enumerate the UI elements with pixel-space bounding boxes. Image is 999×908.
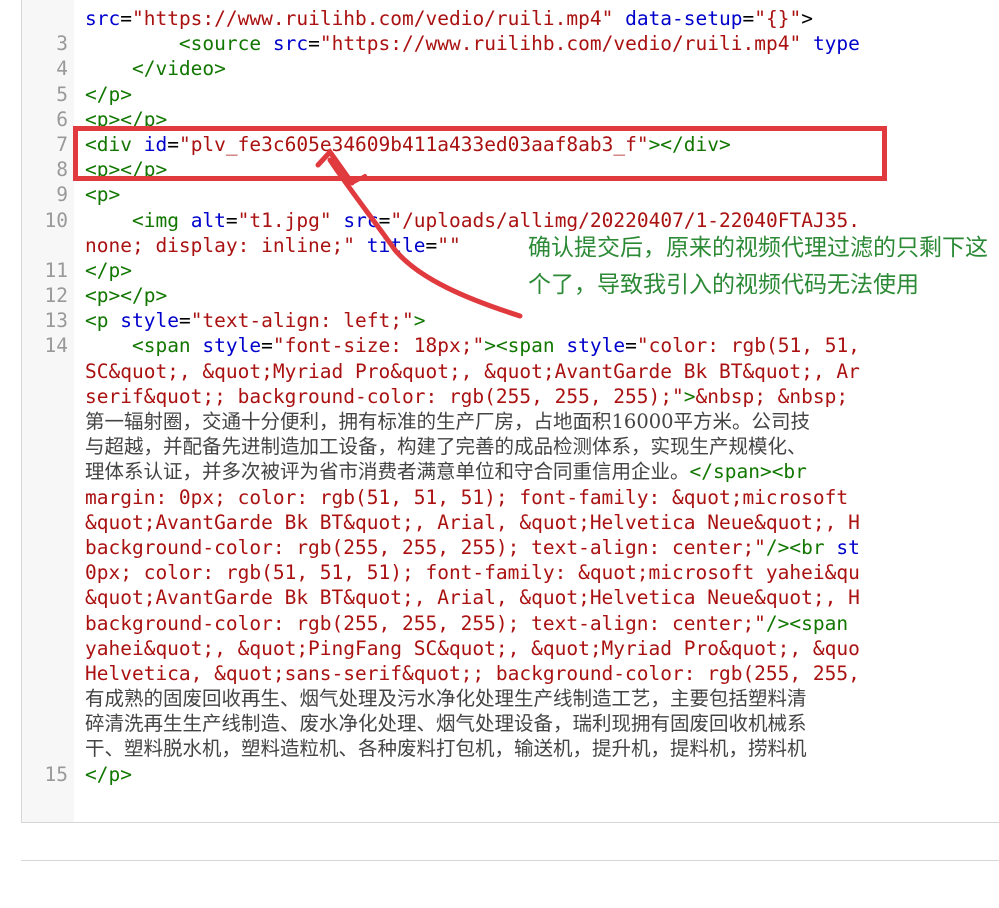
code-line[interactable]: src="https://www.ruilihb.com/vedio/ruili…: [22, 6, 999, 31]
code-text[interactable]: <span style="font-size: 18px;"><span sty…: [85, 333, 860, 358]
code-text[interactable]: SC&quot;, &quot;Myriad Pro&quot;, &quot;…: [85, 359, 860, 384]
code-line[interactable]: 13 <p style="text-align: left;">: [22, 308, 999, 333]
code-line[interactable]: 14 <span style="font-size: 18px;"><span …: [22, 333, 999, 358]
code-text[interactable]: </p>: [85, 82, 132, 107]
code-line[interactable]: margin: 0px; color: rgb(51, 51, 51); fon…: [22, 485, 999, 510]
code-line[interactable]: 与超越，并配备先进制造加工设备，构建了完善的成品检测体系，实现生产规模化、: [22, 434, 999, 459]
annotation-note: 确认提交后，原来的视频代理过滤的只剩下这个了，导致我引入的视频代码无法使用: [528, 235, 988, 298]
code-text[interactable]: 碎清洗再生生产线制造、废水净化处理、烟气处理设备，瑞利现拥有固废回收机械系: [85, 711, 807, 736]
code-text[interactable]: <p style="text-align: left;">: [85, 308, 426, 333]
code-line[interactable]: Helvetica, &quot;sans-serif&quot;; backg…: [22, 661, 999, 686]
code-line[interactable]: 9 <p>: [22, 182, 999, 207]
code-text[interactable]: background-color: rgb(255, 255, 255); te…: [85, 535, 860, 560]
code-line[interactable]: serif&quot;; background-color: rgb(255, …: [22, 384, 999, 409]
code-line[interactable]: background-color: rgb(255, 255, 255); te…: [22, 535, 999, 560]
code-line[interactable]: 干、塑料脱水机，塑料造粒机、各种废料打包机，输送机，提升机，提料机，捞料机: [22, 736, 999, 761]
code-text[interactable]: </p>: [85, 762, 132, 787]
code-line[interactable]: 0px; color: rgb(51, 51, 51); font-family…: [22, 560, 999, 585]
line-number: 15: [44, 762, 68, 786]
code-text[interactable]: background-color: rgb(255, 255, 255); te…: [85, 611, 848, 636]
code-line[interactable]: SC&quot;, &quot;Myriad Pro&quot;, &quot;…: [22, 359, 999, 384]
code-line[interactable]: 10 <img alt="t1.jpg" src="/uploads/allim…: [22, 208, 999, 233]
code-line[interactable]: 3 <source src="https://www.ruilihb.com/v…: [22, 31, 999, 56]
line-number: 6: [56, 107, 68, 131]
line-number: 7: [56, 132, 68, 156]
line-number: 10: [44, 208, 68, 232]
code-line[interactable]: 碎清洗再生生产线制造、废水净化处理、烟气处理设备，瑞利现拥有固废回收机械系: [22, 711, 999, 736]
code-text[interactable]: </video>: [85, 56, 226, 81]
code-editor[interactable]: src="https://www.ruilihb.com/vedio/ruili…: [21, 0, 999, 823]
code-text[interactable]: serif&quot;; background-color: rgb(255, …: [85, 384, 848, 409]
code-text[interactable]: none; display: inline;" title="": [85, 233, 461, 258]
highlight-box: [73, 126, 887, 181]
code-text[interactable]: 0px; color: rgb(51, 51, 51); font-family…: [85, 560, 860, 585]
line-number: 14: [44, 334, 68, 358]
code-text[interactable]: 有成熟的固废回收再生、烟气处理及污水净化处理生产线制造工艺，主要包括塑料清: [85, 686, 807, 711]
line-number: 11: [44, 258, 68, 282]
code-line[interactable]: 第一辐射圈，交通十分便利，拥有标准的生产厂房，占地面积16000平方米。公司技: [22, 409, 999, 434]
line-number: 4: [56, 57, 68, 81]
code-line[interactable]: yahei&quot;, &quot;PingFang SC&quot;, &q…: [22, 636, 999, 661]
code-line[interactable]: &quot;AvantGarde Bk BT&quot;, Arial, &qu…: [22, 585, 999, 610]
line-number: 5: [56, 82, 68, 106]
code-text[interactable]: &quot;AvantGarde Bk BT&quot;, Arial, &qu…: [85, 585, 860, 610]
code-line[interactable]: 有成熟的固废回收再生、烟气处理及污水净化处理生产线制造工艺，主要包括塑料清: [22, 686, 999, 711]
code-text[interactable]: <p>: [85, 182, 120, 207]
code-text[interactable]: 与超越，并配备先进制造加工设备，构建了完善的成品检测体系，实现生产规模化、: [85, 434, 807, 459]
code-text[interactable]: src="https://www.ruilihb.com/vedio/ruili…: [85, 6, 813, 31]
code-text[interactable]: yahei&quot;, &quot;PingFang SC&quot;, &q…: [85, 636, 860, 661]
editor-footer-divider: [21, 860, 999, 861]
code-text[interactable]: 干、塑料脱水机，塑料造粒机、各种废料打包机，输送机，提升机，提料机，捞料机: [85, 736, 807, 761]
code-text[interactable]: <img alt="t1.jpg" src="/uploads/allimg/2…: [85, 208, 860, 233]
code-text[interactable]: <source src="https://www.ruilihb.com/ved…: [85, 31, 860, 56]
code-text[interactable]: Helvetica, &quot;sans-serif&quot;; backg…: [85, 661, 860, 686]
code-line[interactable]: background-color: rgb(255, 255, 255); te…: [22, 611, 999, 636]
code-content[interactable]: src="https://www.ruilihb.com/vedio/ruili…: [22, 6, 999, 787]
line-number: 12: [44, 284, 68, 308]
code-text[interactable]: 理体系认证，并多次被评为省市消费者满意单位和守合同重信用企业。</span><b…: [85, 459, 807, 484]
code-line[interactable]: &quot;AvantGarde Bk BT&quot;, Arial, &qu…: [22, 510, 999, 535]
line-number: 13: [44, 309, 68, 333]
code-line[interactable]: 15 </p>: [22, 762, 999, 787]
code-line[interactable]: 理体系认证，并多次被评为省市消费者满意单位和守合同重信用企业。</span><b…: [22, 459, 999, 484]
code-text[interactable]: margin: 0px; color: rgb(51, 51, 51); fon…: [85, 485, 848, 510]
line-number: 3: [56, 32, 68, 56]
code-line[interactable]: 5 </p>: [22, 82, 999, 107]
line-number: 9: [56, 183, 68, 207]
line-number: 8: [56, 158, 68, 182]
code-line[interactable]: 4 </video>: [22, 56, 999, 81]
code-text[interactable]: </p>: [85, 258, 132, 283]
code-text[interactable]: &quot;AvantGarde Bk BT&quot;, Arial, &qu…: [85, 510, 860, 535]
code-text[interactable]: <p></p>: [85, 283, 167, 308]
code-text[interactable]: 第一辐射圈，交通十分便利，拥有标准的生产厂房，占地面积16000平方米。公司技: [85, 409, 810, 434]
